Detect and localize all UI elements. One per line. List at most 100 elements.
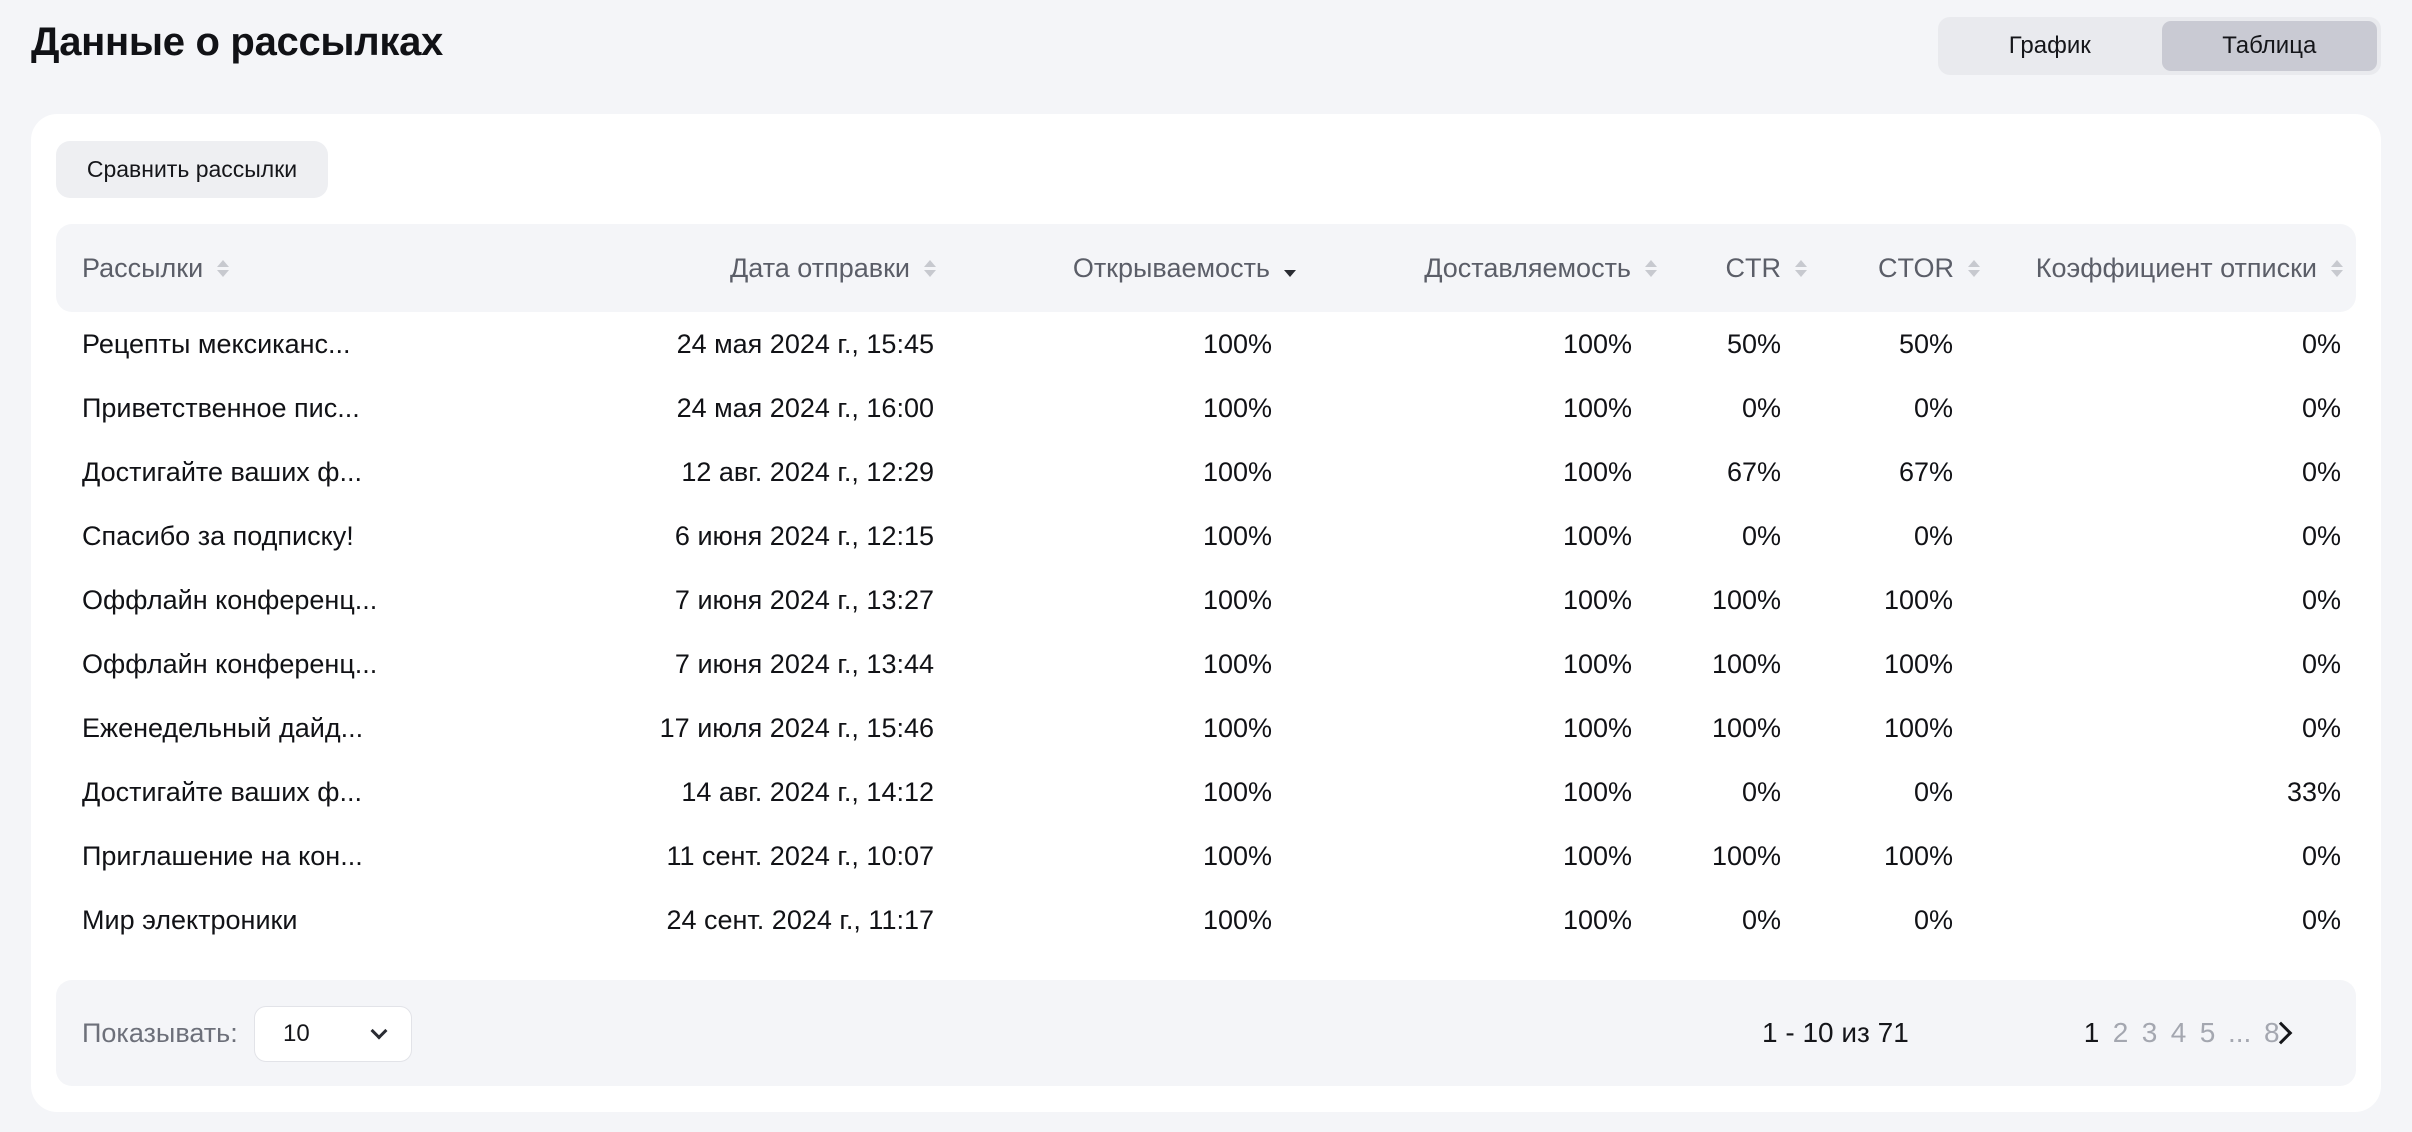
cell-send-date: 12 авг. 2024 г., 12:29	[681, 456, 934, 487]
compare-newsletters-button[interactable]: Сравнить рассылки	[56, 141, 328, 198]
chevron-down-icon	[370, 1022, 388, 1040]
page-title: Данные о рассылках	[31, 20, 443, 64]
cell-send-date: 11 сент. 2024 г., 10:07	[666, 840, 934, 871]
table-row[interactable]: Приветственное пис... 24 мая 2024 г., 16:…	[56, 376, 2356, 440]
cell-ctor: 0%	[1913, 392, 1953, 423]
table-row[interactable]: Достигайте ваших ф... 14 авг. 2024 г., 14…	[56, 760, 2356, 824]
cell-name: Достигайте ваших ф...	[82, 456, 363, 487]
cell-unsubscribe-rate: 0%	[2301, 584, 2341, 615]
cell-send-date: 14 авг. 2024 г., 14:12	[681, 776, 934, 807]
cell-unsubscribe-rate: 0%	[2301, 520, 2341, 551]
cell-delivery-rate: 100%	[1562, 904, 1632, 935]
sort-desc-icon	[1284, 260, 1296, 277]
table-row[interactable]: Оффлайн конференц... 7 июня 2024 г., 13:2…	[56, 568, 2356, 632]
cell-ctor: 100%	[1883, 840, 1953, 871]
page-2[interactable]: 2	[2112, 1017, 2129, 1049]
cell-name: Еженедельный дайд...	[82, 712, 364, 743]
page-ellipsis: ...	[2228, 1017, 2252, 1048]
cell-ctor: 0%	[1913, 776, 1953, 807]
table-row[interactable]: Оффлайн конференц... 7 июня 2024 г., 13:4…	[56, 632, 2356, 696]
range-text: 1 - 10 из 71	[1762, 1017, 1909, 1048]
column-header-delivery-rate[interactable]: Доставляемость	[1296, 224, 1657, 312]
cell-send-date: 17 июля 2024 г., 15:46	[659, 712, 934, 743]
sort-icon	[2331, 259, 2343, 277]
cell-open-rate: 100%	[1202, 392, 1272, 423]
sort-icon	[1645, 259, 1657, 277]
cell-ctr: 100%	[1711, 840, 1781, 871]
cell-ctr: 0%	[1741, 776, 1781, 807]
cell-unsubscribe-rate: 0%	[2301, 840, 2341, 871]
page-5[interactable]: 5	[2199, 1017, 2216, 1049]
column-header-send-date[interactable]: Дата отправки	[456, 224, 936, 312]
column-header-newsletters[interactable]: Рассылки	[82, 224, 230, 312]
cell-name: Приветственное пис...	[82, 392, 360, 423]
column-header-unsubscribe-rate[interactable]: Коэффициент отписки	[1980, 224, 2343, 312]
cell-name: Достигайте ваших ф...	[82, 776, 363, 807]
cell-ctr: 100%	[1711, 584, 1781, 615]
pagination-bar: Показывать: 10 1 - 10 из 71 1 2 3 4 5 ..…	[56, 980, 2356, 1086]
column-header-ctor[interactable]: CTOR	[1807, 224, 1980, 312]
sort-icon	[1795, 259, 1807, 277]
cell-open-rate: 100%	[1202, 648, 1272, 679]
tab-table[interactable]: Таблица	[2161, 21, 2377, 71]
cell-ctor: 0%	[1913, 904, 1953, 935]
cell-ctr: 0%	[1741, 520, 1781, 551]
cell-unsubscribe-rate: 0%	[2301, 648, 2341, 679]
cell-unsubscribe-rate: 0%	[2301, 712, 2341, 743]
page-list: 1 2 3 4 5 ... 8	[2083, 980, 2280, 1086]
table-header: Рассылки Дата отправки Открываемость Дос…	[56, 224, 2356, 312]
cell-open-rate: 100%	[1202, 712, 1272, 743]
cell-send-date: 7 июня 2024 г., 13:44	[674, 648, 934, 679]
page-size-value: 10	[283, 1020, 310, 1047]
cell-delivery-rate: 100%	[1562, 648, 1632, 679]
cell-open-rate: 100%	[1202, 456, 1272, 487]
page-1[interactable]: 1	[2083, 1017, 2100, 1049]
column-header-ctr[interactable]: CTR	[1657, 224, 1807, 312]
cell-open-rate: 100%	[1202, 328, 1272, 359]
cell-ctr: 0%	[1741, 904, 1781, 935]
cell-ctor: 100%	[1883, 712, 1953, 743]
cell-send-date: 24 мая 2024 г., 15:45	[676, 328, 934, 359]
cell-delivery-rate: 100%	[1562, 520, 1632, 551]
table-row[interactable]: Рецепты мексиканс... 24 мая 2024 г., 15:4…	[56, 312, 2356, 376]
table-row[interactable]: Спасибо за подписку! 6 июня 2024 г., 12:1…	[56, 504, 2356, 568]
table-body: Рецепты мексиканс... 24 мая 2024 г., 15:4…	[56, 312, 2356, 952]
next-page-button[interactable]	[2260, 1008, 2308, 1058]
sort-icon	[217, 259, 230, 277]
cell-open-rate: 100%	[1202, 904, 1272, 935]
cell-unsubscribe-rate: 0%	[2301, 392, 2341, 423]
page-size-select[interactable]: 10	[254, 1006, 412, 1062]
table-row[interactable]: Достигайте ваших ф... 12 авг. 2024 г., 12…	[56, 440, 2356, 504]
cell-ctor: 0%	[1913, 520, 1953, 551]
stats-card: Сравнить рассылки Рассылки Дата отправки…	[31, 114, 2381, 1112]
cell-send-date: 6 июня 2024 г., 12:15	[674, 520, 934, 551]
table-row[interactable]: Мир электроники 24 сент. 2024 г., 11:17 10…	[56, 888, 2356, 952]
column-header-open-rate[interactable]: Открываемость	[936, 224, 1296, 312]
page-4[interactable]: 4	[2170, 1017, 2187, 1049]
cell-ctor: 50%	[1898, 328, 1953, 359]
cell-delivery-rate: 100%	[1562, 584, 1632, 615]
cell-delivery-rate: 100%	[1562, 840, 1632, 871]
cell-ctr: 100%	[1711, 712, 1781, 743]
cell-name: Оффлайн конференц...	[82, 584, 378, 615]
newsletters-table: Рассылки Дата отправки Открываемость Дос…	[56, 224, 2356, 952]
cell-delivery-rate: 100%	[1562, 392, 1632, 423]
cell-delivery-rate: 100%	[1562, 776, 1632, 807]
cell-name: Приглашение на кон...	[82, 840, 363, 871]
tab-chart[interactable]: График	[1942, 21, 2158, 71]
page-3[interactable]: 3	[2141, 1017, 2158, 1049]
table-row[interactable]: Еженедельный дайд... 17 июля 2024 г., 15:…	[56, 696, 2356, 760]
cell-open-rate: 100%	[1202, 520, 1272, 551]
cell-ctor: 67%	[1898, 456, 1953, 487]
cell-unsubscribe-rate: 0%	[2301, 904, 2341, 935]
cell-ctor: 100%	[1883, 584, 1953, 615]
cell-ctr: 67%	[1726, 456, 1781, 487]
table-row[interactable]: Приглашение на кон... 11 сент. 2024 г., 1…	[56, 824, 2356, 888]
cell-name: Рецепты мексиканс...	[82, 328, 351, 359]
cell-ctor: 100%	[1883, 648, 1953, 679]
cell-open-rate: 100%	[1202, 776, 1272, 807]
cell-unsubscribe-rate: 0%	[2301, 456, 2341, 487]
cell-delivery-rate: 100%	[1562, 456, 1632, 487]
chevron-right-icon	[2269, 1021, 2293, 1045]
cell-unsubscribe-rate: 33%	[2286, 776, 2341, 807]
